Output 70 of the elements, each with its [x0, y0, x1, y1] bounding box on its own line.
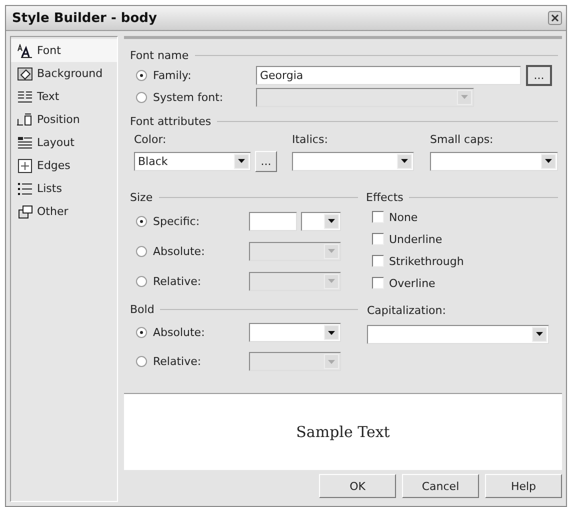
dropdown-arrow-icon — [536, 332, 543, 336]
section-heading: Font attributes — [130, 114, 212, 128]
dropdown-arrow-icon — [461, 95, 468, 99]
radio-label: Family: — [153, 68, 192, 82]
category-item[interactable]: Text — [11, 85, 117, 108]
field-label: Capitalization: — [367, 304, 446, 316]
category-item[interactable]: Font — [11, 39, 117, 62]
category-item[interactable]: Other — [11, 200, 117, 223]
close-icon[interactable] — [548, 11, 562, 25]
dialog-button[interactable]: Help — [485, 474, 562, 498]
category-item[interactable]: Edges — [11, 154, 117, 177]
paragraph-icon — [17, 90, 33, 104]
checkbox[interactable] — [372, 277, 384, 289]
dropdown-arrow-icon — [328, 279, 335, 283]
text-field[interactable] — [249, 212, 297, 230]
category-item[interactable]: Background — [11, 62, 117, 85]
field-label: Italics: — [292, 132, 329, 146]
dropdown[interactable] — [430, 152, 558, 170]
field-label: Color: — [134, 132, 168, 146]
category-item[interactable]: Layout — [11, 131, 117, 154]
border-box-icon — [17, 158, 33, 172]
bullet-list-icon — [17, 182, 33, 196]
radio-button[interactable] — [136, 92, 147, 102]
text-field[interactable]: Georgia — [256, 66, 521, 84]
checkbox[interactable] — [372, 211, 384, 223]
dropdown-arrow-icon — [328, 330, 335, 334]
browse-button[interactable]: ... — [526, 64, 552, 86]
field-label: Small caps: — [430, 132, 494, 146]
dropdown-arrow-icon — [328, 219, 335, 223]
dropdown-arrow-icon — [545, 159, 552, 163]
font-letter-icon — [17, 44, 33, 58]
checkbox-label: Underline — [389, 232, 442, 246]
radio-label: Relative: — [153, 355, 202, 368]
section-heading: Bold — [130, 302, 154, 316]
layout-icon — [17, 136, 33, 150]
radio-button[interactable] — [136, 216, 147, 226]
checkbox[interactable] — [372, 255, 384, 267]
checkbox-label: Strikethrough — [389, 254, 464, 268]
section-heading: Font name — [130, 48, 189, 62]
properties-icon — [17, 204, 33, 218]
radio-label: System font: — [153, 90, 224, 104]
section-heading: Effects — [366, 190, 404, 204]
dropdown[interactable] — [367, 324, 549, 344]
dialog-button[interactable]: Cancel — [402, 474, 479, 498]
window-title: Style Builder - body — [12, 10, 157, 26]
section-heading: Size — [130, 190, 153, 204]
dropdown[interactable]: Black — [134, 152, 251, 170]
dropdown[interactable] — [249, 323, 341, 342]
checkbox[interactable] — [372, 233, 384, 245]
dropdown-arrow-icon — [328, 360, 335, 364]
dropdown[interactable] — [301, 212, 341, 230]
category-item[interactable]: Lists — [11, 177, 117, 200]
browse-button[interactable]: ... — [255, 150, 277, 172]
dropdown[interactable] — [292, 152, 414, 170]
dropdown-arrow-icon — [401, 159, 408, 163]
checkbox-label: None — [389, 210, 418, 224]
checkbox-label: Overline — [389, 276, 436, 290]
radio-label: Absolute: — [153, 326, 206, 339]
radio-label: Relative: — [153, 274, 202, 288]
radio-button[interactable] — [136, 70, 147, 80]
radio-label: Specific: — [153, 214, 201, 228]
dropdown-arrow-icon — [238, 159, 245, 163]
paint-bucket-icon — [17, 66, 33, 80]
dropdown-arrow-icon — [328, 249, 335, 253]
radio-label: Absolute: — [153, 244, 206, 258]
position-icon — [17, 112, 33, 126]
dialog-button[interactable]: OK — [319, 474, 396, 498]
radio-button[interactable] — [136, 327, 147, 338]
category-item[interactable]: Position — [11, 108, 117, 131]
sample-text: Sample Text — [296, 423, 390, 441]
